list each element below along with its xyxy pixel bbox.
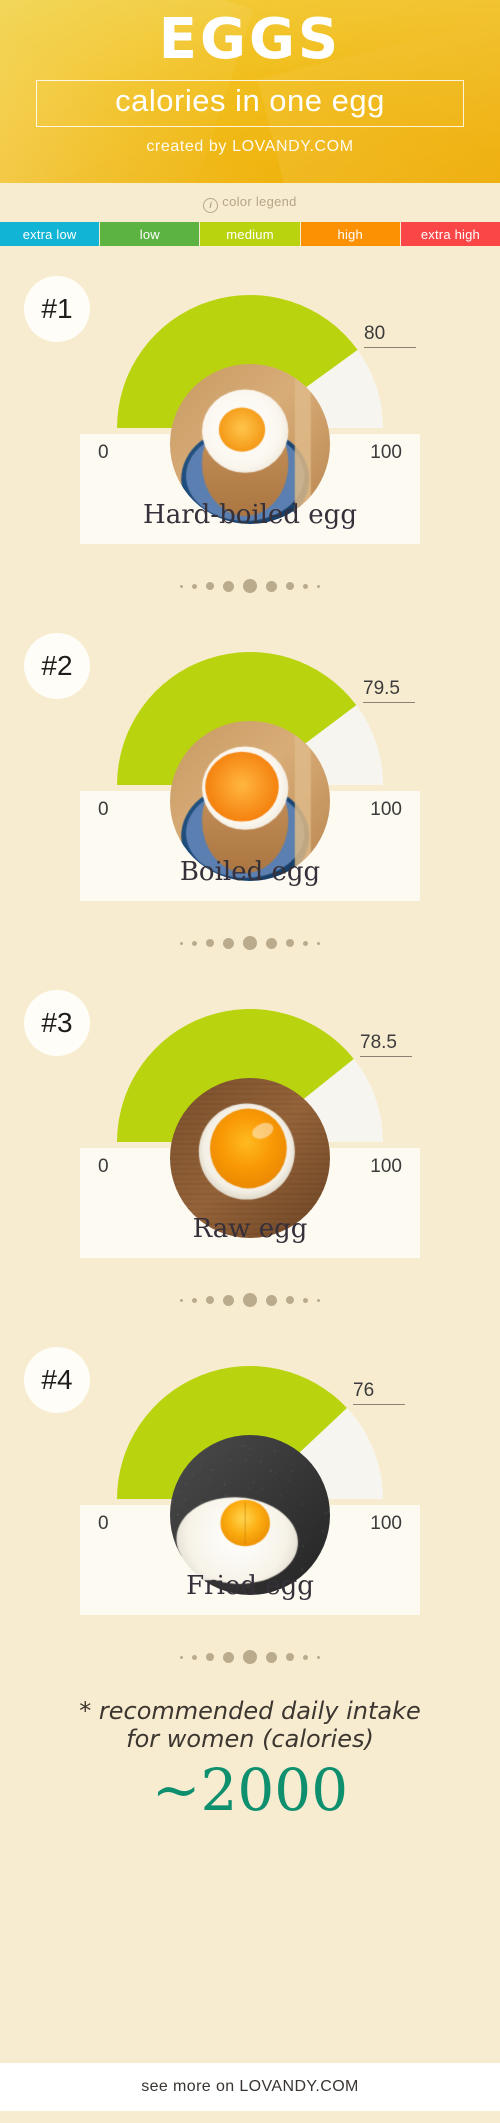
card-title: Hard-boiled egg — [80, 500, 420, 530]
separator-dot — [317, 1656, 320, 1659]
separator-dot — [192, 584, 197, 589]
intake-note-line1: * recommended daily intake — [0, 1698, 500, 1726]
separator-dot — [286, 1296, 294, 1304]
card-title: Boiled egg — [80, 857, 420, 887]
separator-dot — [206, 582, 214, 590]
gauge-card: #1 80 0 100 Hard-boiled egg — [0, 268, 500, 553]
rank-badge: #1 — [24, 276, 90, 342]
gauge-min-label: 0 — [98, 799, 109, 821]
separator-dot — [317, 1299, 320, 1302]
separator-dot — [317, 942, 320, 945]
separator-dot — [223, 938, 234, 949]
gauge-value-label: 80 — [364, 323, 416, 348]
gauge-value-label: 78.5 — [360, 1032, 412, 1057]
legend-segment-medium[interactable]: medium — [200, 222, 300, 246]
intake-note-line2: for women (calories) — [0, 1726, 500, 1754]
intake-value: ~2000 — [0, 1761, 500, 1819]
rank-label: #2 — [41, 650, 72, 682]
see-more-link[interactable]: see more on LOVANDY.COM — [0, 2063, 500, 2111]
separator-dot — [180, 1299, 183, 1302]
rank-label: #1 — [41, 293, 72, 325]
color-legend: i color legend extra low low medium high extr… — [0, 183, 500, 246]
separator-dot — [223, 581, 234, 592]
daily-intake-note: * recommended daily intake for women (ca… — [0, 1674, 500, 1819]
separator-dot — [192, 941, 197, 946]
page-title: EGGS — [0, 0, 500, 68]
cards-container: #1 80 0 100 Hard-boiled egg #2 79.5 0 100 Boiled … — [0, 268, 500, 1674]
legend-segment-low[interactable]: low — [100, 222, 200, 246]
card-title: Raw egg — [80, 1214, 420, 1244]
separator-dot — [286, 1653, 294, 1661]
separator-dot — [266, 1295, 277, 1306]
rank-label: #4 — [41, 1364, 72, 1396]
dot-separator — [0, 1283, 500, 1317]
gauge-value-label: 79.5 — [363, 678, 415, 703]
gauge-value-label: 76 — [353, 1380, 405, 1405]
subtitle-box: calories in one egg — [36, 80, 464, 127]
gauge-card: #4 76 0 100 Fried egg — [0, 1339, 500, 1624]
created-by-credit: created by LOVANDY.COM — [0, 138, 500, 156]
gauge-card: #2 79.5 0 100 Boiled egg — [0, 625, 500, 910]
legend-segment-label: low — [140, 227, 160, 242]
separator-dot — [303, 1298, 308, 1303]
legend-segment-label: high — [338, 227, 363, 242]
separator-dot — [243, 936, 257, 950]
separator-dot — [192, 1298, 197, 1303]
infographic-page: EGGS calories in one egg created by LOVA… — [0, 0, 500, 2123]
rank-label: #3 — [41, 1007, 72, 1039]
gauge-max-label: 100 — [370, 1513, 402, 1535]
rank-badge: #3 — [24, 990, 90, 1056]
separator-dot — [266, 938, 277, 949]
legend-caption: i color legend — [0, 194, 500, 213]
separator-dot — [206, 1296, 214, 1304]
header-banner: EGGS calories in one egg created by LOVA… — [0, 0, 500, 183]
gauge-min-label: 0 — [98, 442, 109, 464]
separator-dot — [266, 1652, 277, 1663]
gauge-min-label: 0 — [98, 1513, 109, 1535]
separator-dot — [303, 584, 308, 589]
see-more-label: see more on LOVANDY.COM — [141, 2078, 359, 2096]
separator-dot — [206, 1653, 214, 1661]
legend-segment-label: extra low — [23, 227, 77, 242]
rank-badge: #4 — [24, 1347, 90, 1413]
legend-segment-extra-high[interactable]: extra high — [401, 222, 500, 246]
gauge-card: #3 78.5 0 100 Raw egg — [0, 982, 500, 1267]
gauge-max-label: 100 — [370, 442, 402, 464]
separator-dot — [286, 582, 294, 590]
dot-separator — [0, 569, 500, 603]
separator-dot — [223, 1652, 234, 1663]
legend-bar: extra low low medium high extra high — [0, 222, 500, 246]
info-icon: i — [203, 198, 218, 213]
gauge-max-label: 100 — [370, 799, 402, 821]
separator-dot — [303, 941, 308, 946]
legend-segment-label: medium — [226, 227, 273, 242]
dot-separator — [0, 1640, 500, 1674]
separator-dot — [223, 1295, 234, 1306]
legend-segment-extra-low[interactable]: extra low — [0, 222, 100, 246]
card-title: Fried egg — [80, 1571, 420, 1601]
legend-segment-high[interactable]: high — [301, 222, 401, 246]
separator-dot — [243, 1650, 257, 1664]
separator-dot — [243, 579, 257, 593]
gauge-min-label: 0 — [98, 1156, 109, 1178]
separator-dot — [303, 1655, 308, 1660]
separator-dot — [266, 581, 277, 592]
separator-dot — [243, 1293, 257, 1307]
legend-segment-label: extra high — [421, 227, 480, 242]
rank-badge: #2 — [24, 633, 90, 699]
page-subtitle: calories in one egg — [37, 85, 463, 118]
dot-separator — [0, 926, 500, 960]
separator-dot — [180, 1656, 183, 1659]
legend-caption-label: color legend — [222, 194, 296, 209]
bottom-strip — [0, 2111, 500, 2123]
separator-dot — [180, 942, 183, 945]
separator-dot — [206, 939, 214, 947]
gauge-max-label: 100 — [370, 1156, 402, 1178]
separator-dot — [317, 585, 320, 588]
separator-dot — [286, 939, 294, 947]
separator-dot — [192, 1655, 197, 1660]
separator-dot — [180, 585, 183, 588]
